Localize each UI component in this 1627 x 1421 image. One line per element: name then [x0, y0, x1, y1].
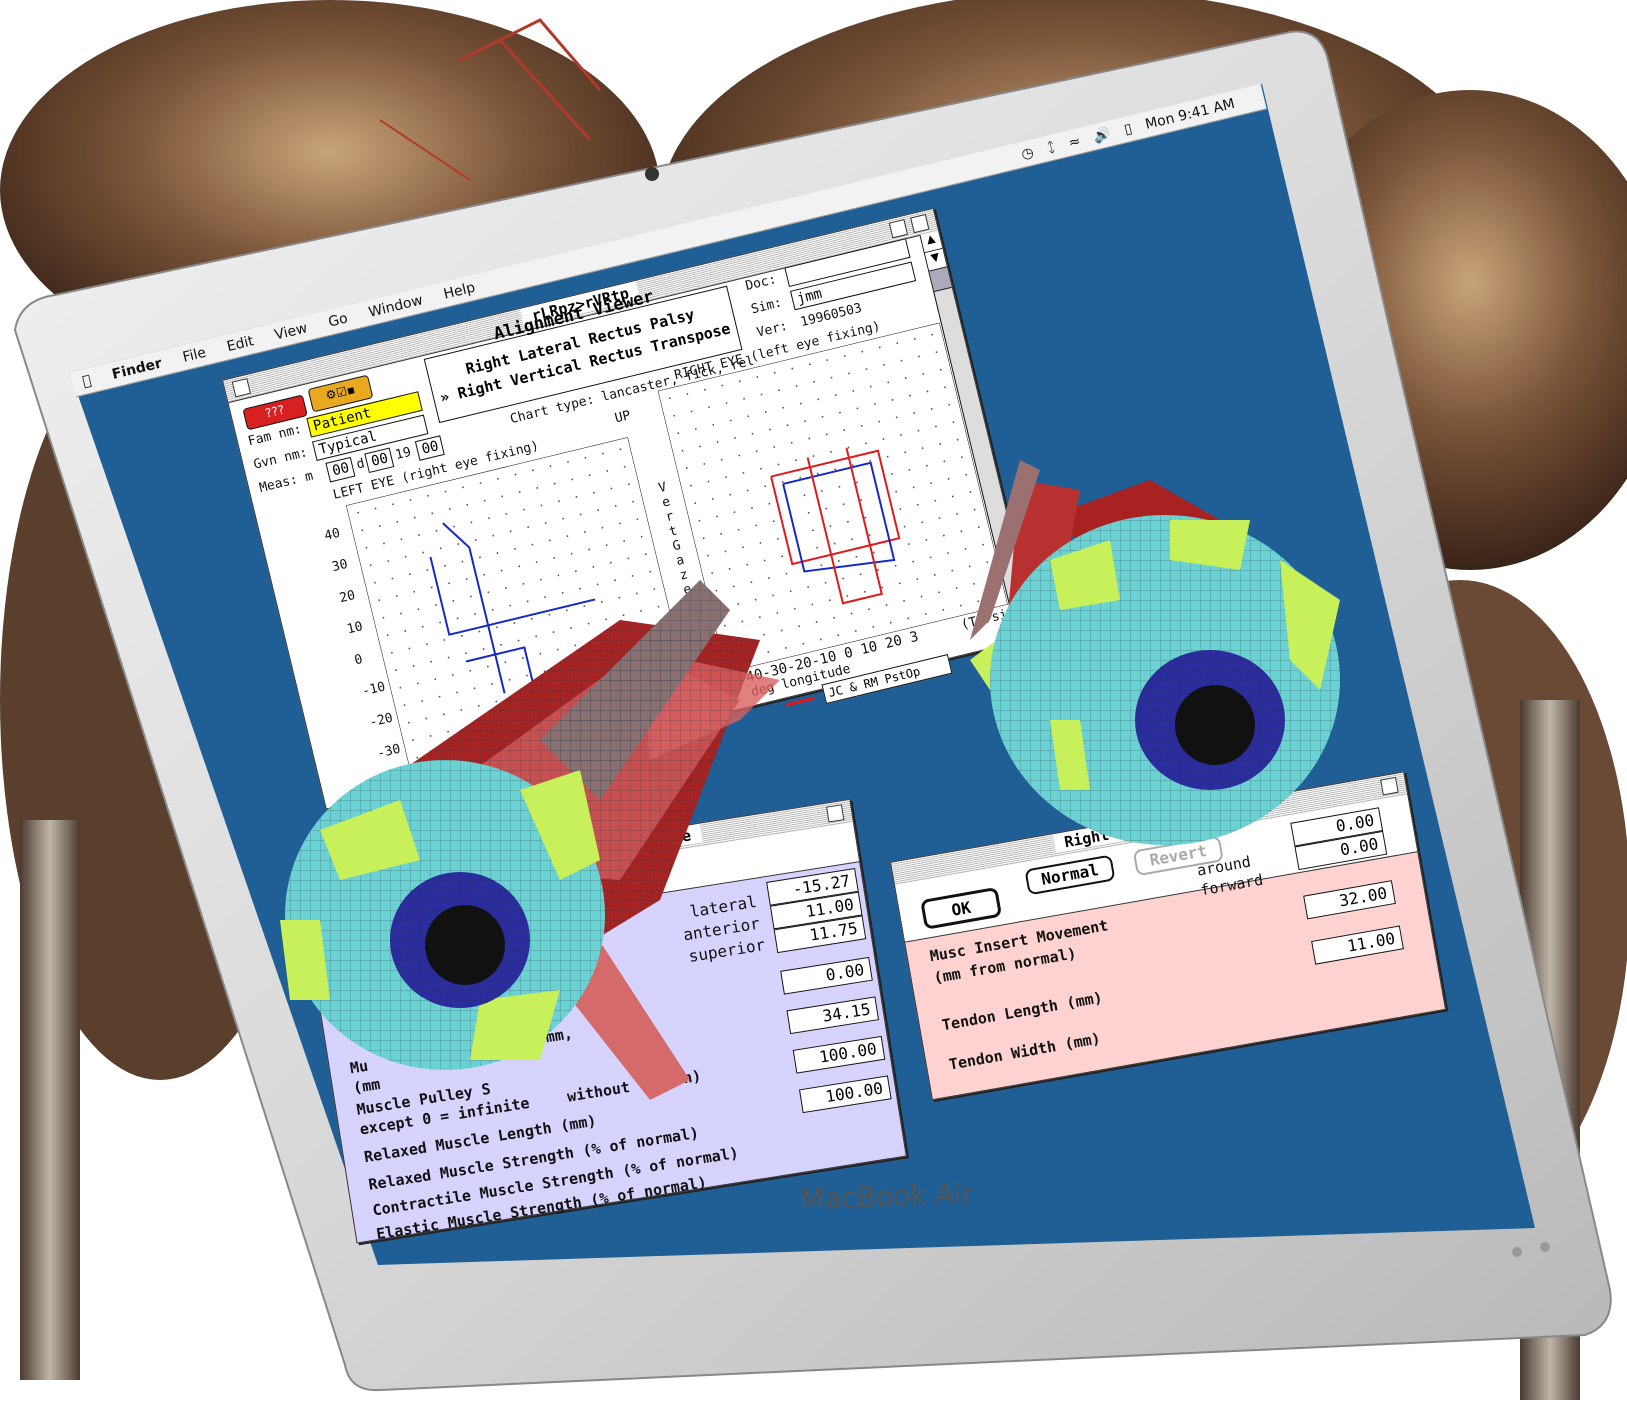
right-eyeball-model — [970, 460, 1340, 845]
left-eyeball-model — [280, 580, 780, 1100]
eye-models-overlay — [280, 460, 1340, 1100]
